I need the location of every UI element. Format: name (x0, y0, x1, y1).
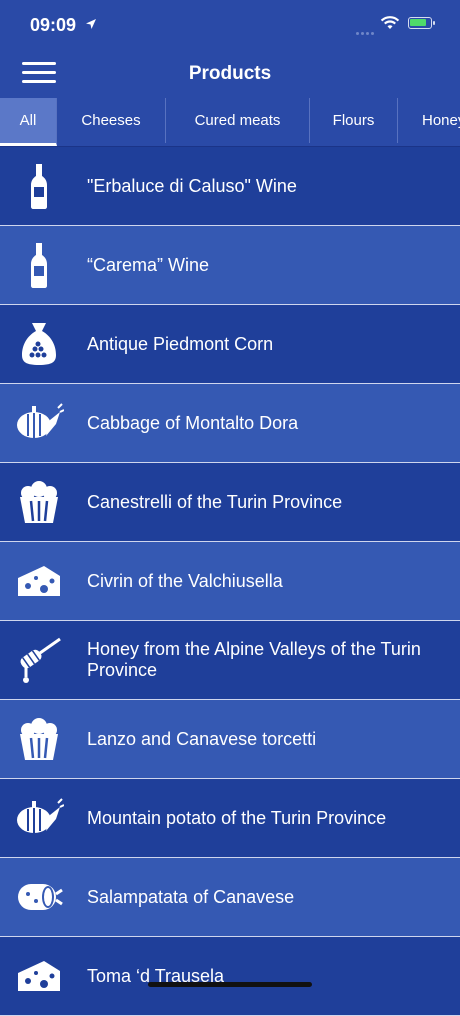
location-arrow-icon (85, 17, 97, 35)
popcorn-basket-icon (14, 477, 64, 527)
list-item[interactable]: “Carema” Wine (0, 226, 460, 305)
wine-bottle-icon (14, 240, 64, 290)
status-bar: 09:09 (0, 0, 460, 50)
list-item[interactable]: "Erbaluce di Caluso" Wine (0, 147, 460, 226)
list-item[interactable]: Salampatata of Canavese (0, 858, 460, 937)
status-time: 09:09 (30, 15, 77, 35)
tab-all[interactable]: All (0, 98, 57, 146)
navigation-bar: Products (0, 50, 460, 98)
cheese-icon (14, 951, 64, 1001)
category-tabs[interactable]: All Cheeses Cured meats Flours Honey (0, 98, 460, 147)
product-name: Canestrelli of the Turin Province (87, 491, 343, 512)
product-name: "Erbaluce di Caluso" Wine (87, 175, 297, 196)
tab-cured-meats[interactable]: Cured meats (166, 98, 310, 143)
tab-flours[interactable]: Flours (310, 98, 398, 143)
product-name: Antique Piedmont Corn (87, 333, 274, 354)
list-item[interactable]: Mountain potato of the Turin Province (0, 779, 460, 858)
product-name: Toma ‘d Trausela (87, 965, 225, 986)
salami-icon (14, 872, 64, 922)
list-item[interactable]: Lanzo and Canavese torcetti (0, 700, 460, 779)
product-name: Mountain potato of the Turin Province (87, 807, 387, 828)
tab-honey[interactable]: Honey (398, 98, 460, 143)
vegetables-icon (14, 793, 65, 843)
cheese-icon (14, 556, 64, 606)
product-name: Honey from the Alpine Valleys of the Tur… (87, 639, 421, 680)
home-indicator[interactable] (148, 982, 312, 987)
tab-cheeses[interactable]: Cheeses (57, 98, 166, 143)
vegetables-icon (14, 398, 65, 448)
list-item[interactable]: Civrin of the Valchiusella (0, 542, 460, 621)
battery-icon (408, 17, 435, 29)
list-item[interactable]: Toma ‘d Trausela (0, 937, 460, 1016)
wifi-icon (380, 16, 400, 35)
honey-dipper-icon (14, 635, 64, 685)
product-list: "Erbaluce di Caluso" Wine “Carema” Wine … (0, 147, 460, 1016)
list-item[interactable]: Antique Piedmont Corn (0, 305, 460, 384)
product-name: Cabbage of Montalto Dora (87, 412, 299, 433)
popcorn-basket-icon (14, 714, 64, 764)
product-name: Lanzo and Canavese torcetti (87, 728, 317, 749)
wine-bottle-icon (14, 161, 64, 211)
list-item[interactable]: Honey from the Alpine Valleys of the Tur… (0, 621, 460, 700)
list-item[interactable]: Canestrelli of the Turin Province (0, 463, 460, 542)
cellular-signal-icon (356, 22, 378, 35)
product-name: Civrin of the Valchiusella (87, 570, 283, 591)
page-title: Products (188, 63, 272, 84)
product-name: Salampatata of Canavese (87, 886, 295, 907)
list-item[interactable]: Cabbage of Montalto Dora (0, 384, 460, 463)
grain-sack-icon (14, 319, 64, 369)
product-name: “Carema” Wine (87, 254, 210, 275)
